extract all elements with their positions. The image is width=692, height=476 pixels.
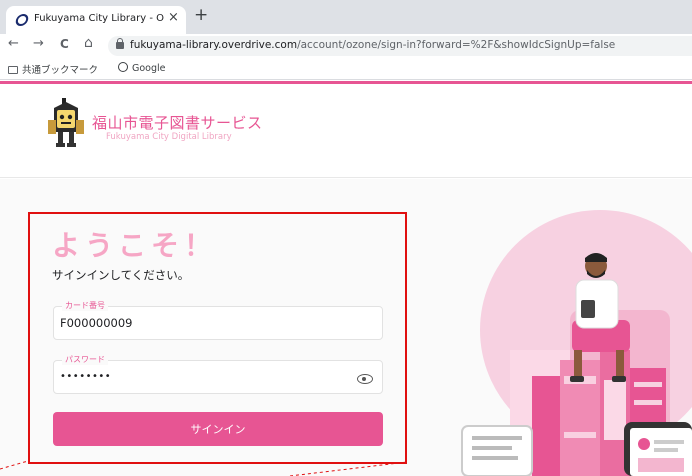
bookmark-label: 共通ブックマーク <box>22 65 99 76</box>
password-input[interactable] <box>60 371 340 382</box>
bookmark-folder[interactable]: 共通ブックマーク <box>8 62 98 76</box>
password-field[interactable]: パスワード <box>53 354 383 394</box>
signin-button[interactable]: サインイン <box>53 412 383 446</box>
bookmark-label: Google <box>132 63 166 74</box>
browser-tab[interactable]: Fukuyama City Library - OverDr × <box>6 6 186 34</box>
signin-prompt: サインインしてください。 <box>52 268 190 282</box>
globe-icon <box>118 62 128 72</box>
card-number-label: カード番号 <box>62 300 108 311</box>
tab-close-icon[interactable]: × <box>168 11 179 24</box>
lock-icon[interactable] <box>116 38 124 49</box>
password-label: パスワード <box>62 354 108 365</box>
browser-toolbar: ← → C ⌂ fukuyama-library.overdrive.com/a… <box>0 34 692 58</box>
reload-icon[interactable]: C <box>60 38 69 50</box>
bookmarks-bar: 共通ブックマーク Google <box>0 58 692 80</box>
browser-tabstrip: Fukuyama City Library - OverDr × + <box>0 0 692 34</box>
overdrive-favicon-icon <box>14 14 30 26</box>
back-arrow-icon[interactable]: ← <box>8 37 19 50</box>
forward-arrow-icon[interactable]: → <box>33 37 44 50</box>
site-logo-title[interactable]: 福山市電子図書サービス <box>92 112 263 133</box>
welcome-heading: ようこそ！ <box>52 229 218 262</box>
folder-icon <box>8 66 18 74</box>
bookmark-google[interactable]: Google <box>118 62 166 74</box>
reading-person-illustration <box>461 210 692 476</box>
url-path: /account/ozone/sign-in?forward=%2F&showI… <box>297 39 616 51</box>
site-header: 福山市電子図書サービス Fukuyama City Digital Librar… <box>0 84 692 178</box>
url-text[interactable]: fukuyama-library.overdrive.com/account/o… <box>130 39 615 51</box>
mascot-logo-icon[interactable] <box>48 98 84 148</box>
show-password-eye-icon[interactable] <box>357 374 373 384</box>
home-icon[interactable]: ⌂ <box>84 36 93 50</box>
new-tab-button[interactable]: + <box>194 7 208 24</box>
site-logo-subtitle: Fukuyama City Digital Library <box>106 132 232 142</box>
url-host: fukuyama-library.overdrive.com <box>130 39 298 51</box>
address-bar[interactable]: fukuyama-library.overdrive.com/account/o… <box>108 36 692 56</box>
tab-title: Fukuyama City Library - OverDr <box>34 13 164 24</box>
card-number-input[interactable] <box>60 316 340 330</box>
card-number-field[interactable]: カード番号 <box>53 300 383 340</box>
